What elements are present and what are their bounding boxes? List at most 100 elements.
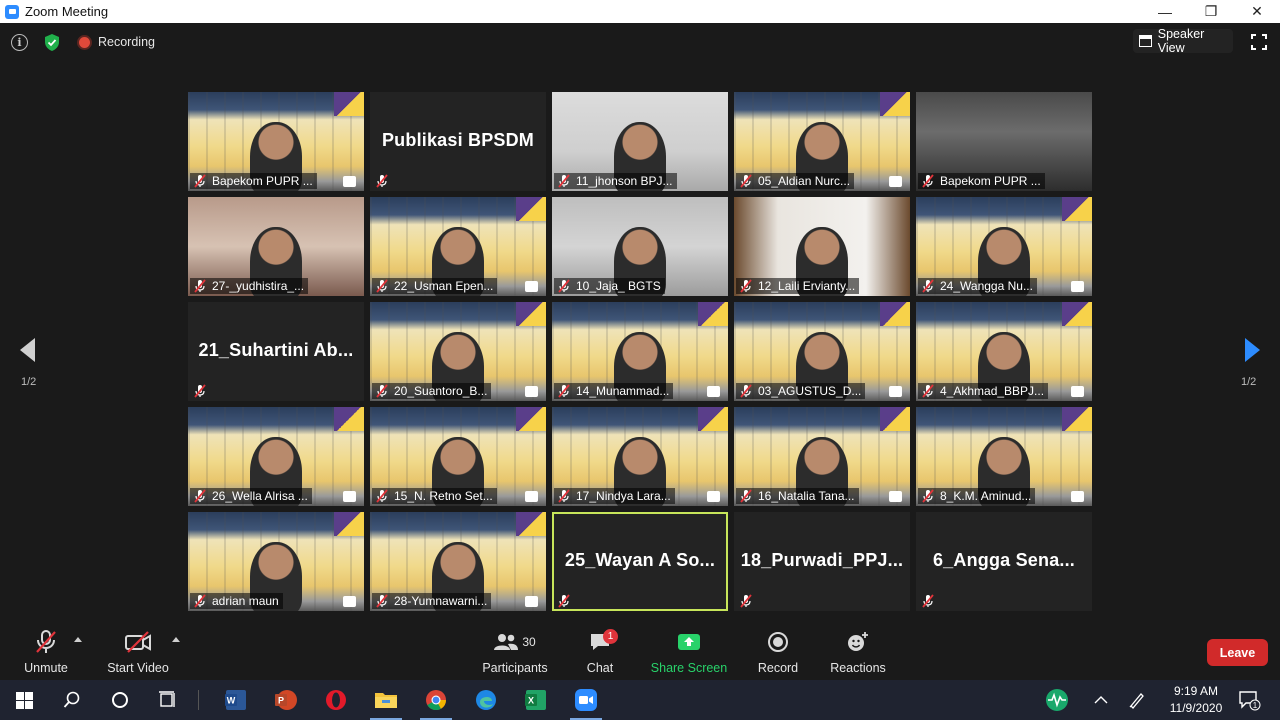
clock-date: 11/9/2020 — [1169, 701, 1223, 715]
pupr-logo-icon — [525, 281, 538, 292]
network-monitor-icon[interactable] — [1033, 680, 1081, 720]
participant-name-label: 4_Akhmad_BBPJ... — [940, 384, 1045, 398]
previous-page-arrow-icon[interactable] — [20, 338, 35, 362]
speaker-view-icon — [1139, 35, 1152, 47]
share-screen-icon — [678, 634, 700, 650]
microphone-muted-icon — [557, 174, 571, 188]
participant-tile-no-video[interactable]: 6_Angga Sena... — [916, 512, 1092, 611]
participant-video-tile[interactable]: 22_Usman Epen... — [370, 197, 546, 296]
close-button[interactable]: ✕ — [1234, 0, 1280, 23]
notification-center-icon[interactable]: 1 — [1225, 680, 1273, 720]
reactions-icon — [848, 632, 868, 651]
participant-name-label: 05_Aldian Nurc... — [758, 174, 851, 188]
windows-start-icon[interactable] — [0, 680, 48, 720]
opera-icon[interactable] — [312, 680, 360, 720]
participant-name-tag: 28-Yumnawarni... — [372, 593, 492, 609]
participant-display-name: Publikasi BPSDM — [381, 130, 535, 150]
search-icon[interactable] — [48, 680, 96, 720]
participant-video-tile[interactable]: 12_Laili Ervianty... — [734, 197, 910, 296]
word-icon[interactable]: W — [212, 680, 260, 720]
participant-display-name: 21_Suhartini Ab... — [198, 340, 354, 360]
unmute-button[interactable]: Unmute — [22, 627, 70, 680]
file-explorer-icon[interactable] — [362, 680, 410, 720]
participant-tile-no-video[interactable]: Publikasi BPSDM — [370, 92, 546, 191]
microphone-muted-icon — [375, 174, 389, 188]
participant-video-tile[interactable]: 26_Wella Alrisa ... — [188, 407, 364, 506]
participant-tile-no-video[interactable]: 18_Purwadi_PPJ... — [734, 512, 910, 611]
microphone-muted-icon — [739, 174, 753, 188]
speaker-view-label: Speaker View — [1157, 27, 1205, 55]
start-video-button[interactable]: Start Video — [106, 627, 170, 680]
participant-video-tile[interactable]: Bapekom PUPR ... — [188, 92, 364, 191]
share-screen-button[interactable]: Share Screen — [651, 627, 727, 680]
pupr-logo-icon — [1071, 491, 1084, 502]
microphone-muted-icon — [921, 174, 935, 188]
svg-text:X: X — [528, 696, 534, 706]
participant-video-tile[interactable]: 03_AGUSTUS_D... — [734, 302, 910, 401]
record-button[interactable]: Record — [757, 627, 799, 680]
pupr-logo-icon — [343, 176, 356, 187]
edge-icon[interactable] — [462, 680, 510, 720]
participant-video-tile[interactable]: 17_Nindya Lara... — [552, 407, 728, 506]
participant-video-tile[interactable]: 15_N. Retno Set... — [370, 407, 546, 506]
audio-options-caret-icon[interactable] — [74, 637, 82, 642]
participant-name-label: Bapekom PUPR ... — [212, 174, 313, 188]
participant-name-tag: 10_Jaja_ BGTS — [554, 278, 665, 294]
recording-label[interactable]: Recording — [98, 35, 155, 49]
participant-name-tag: 14_Munammad... — [554, 383, 674, 399]
participant-name-label: adrian maun — [212, 594, 279, 608]
participant-video-tile[interactable]: adrian maun — [188, 512, 364, 611]
powerpoint-icon[interactable]: P — [262, 680, 310, 720]
microphone-muted-icon — [557, 384, 571, 398]
cortana-icon[interactable] — [96, 680, 144, 720]
speaker-view-button[interactable]: Speaker View — [1133, 27, 1233, 55]
participant-name-tag: adrian maun — [190, 593, 283, 609]
video-options-caret-icon[interactable] — [172, 637, 180, 642]
restore-button[interactable]: ❐ — [1188, 0, 1234, 23]
participant-name-tag: 8_K.M. Aminud... — [918, 488, 1036, 504]
unmute-label: Unmute — [24, 661, 68, 675]
participant-video-tile[interactable]: 4_Akhmad_BBPJ... — [916, 302, 1092, 401]
participant-video-tile[interactable]: 20_Suantoro_B... — [370, 302, 546, 401]
participant-video-tile[interactable]: Bapekom PUPR ... — [916, 92, 1092, 191]
leave-button[interactable]: Leave — [1207, 639, 1268, 666]
participant-name-tag — [918, 593, 944, 609]
participant-display-name: 25_Wayan A So... — [564, 550, 716, 570]
participant-video-tile[interactable]: 16_Natalia Tana... — [734, 407, 910, 506]
task-view-icon[interactable] — [144, 680, 192, 720]
excel-icon[interactable]: X — [512, 680, 560, 720]
participant-video-tile[interactable]: 14_Munammad... — [552, 302, 728, 401]
page-indicator-right: 1/2 — [1241, 376, 1257, 388]
participants-button[interactable]: 30 Participants — [482, 627, 548, 680]
meeting-info-icon[interactable]: i — [11, 34, 28, 51]
encryption-shield-icon[interactable] — [43, 33, 61, 52]
fullscreen-icon[interactable] — [1251, 34, 1267, 50]
participant-video-tile[interactable]: 27-_yudhistira_... — [188, 197, 364, 296]
participant-name-label: 28-Yumnawarni... — [394, 594, 488, 608]
participant-video-tile[interactable]: 8_K.M. Aminud... — [916, 407, 1092, 506]
participant-name-label: 20_Suantoro_B... — [394, 384, 488, 398]
minimize-button[interactable]: — — [1142, 0, 1188, 23]
participant-display-name: 6_Angga Sena... — [932, 550, 1076, 570]
reactions-button[interactable]: Reactions — [830, 627, 886, 680]
chrome-icon[interactable] — [412, 680, 460, 720]
participant-tile-no-video[interactable]: 21_Suhartini Ab... — [188, 302, 364, 401]
next-page-arrow-icon[interactable] — [1245, 338, 1260, 362]
zoom-taskbar-icon[interactable] — [562, 680, 610, 720]
microphone-muted-icon — [739, 279, 753, 293]
participant-name-label: 14_Munammad... — [576, 384, 670, 398]
participant-video-tile[interactable]: 10_Jaja_ BGTS — [552, 197, 728, 296]
microphone-muted-icon — [375, 489, 389, 503]
window-titlebar: Zoom Meeting — ❐ ✕ — [0, 0, 1280, 23]
meeting-topbar: i Recording Speaker View — [0, 23, 1280, 63]
participant-video-tile[interactable]: 05_Aldian Nurc... — [734, 92, 910, 191]
participant-video-tile[interactable]: 24_Wangga Nu... — [916, 197, 1092, 296]
taskbar-separator — [198, 690, 199, 710]
chat-button[interactable]: 1 Chat — [584, 627, 618, 680]
system-clock[interactable]: 9:19 AM 11/9/2020 — [1160, 683, 1232, 717]
participant-tile-no-video[interactable]: 25_Wayan A So... — [552, 512, 728, 611]
participant-video-tile[interactable]: 11_jhonson BPJ... — [552, 92, 728, 191]
participants-label: Participants — [482, 661, 548, 675]
participant-video-tile[interactable]: 28-Yumnawarni... — [370, 512, 546, 611]
pen-workspace-icon[interactable] — [1113, 680, 1161, 720]
